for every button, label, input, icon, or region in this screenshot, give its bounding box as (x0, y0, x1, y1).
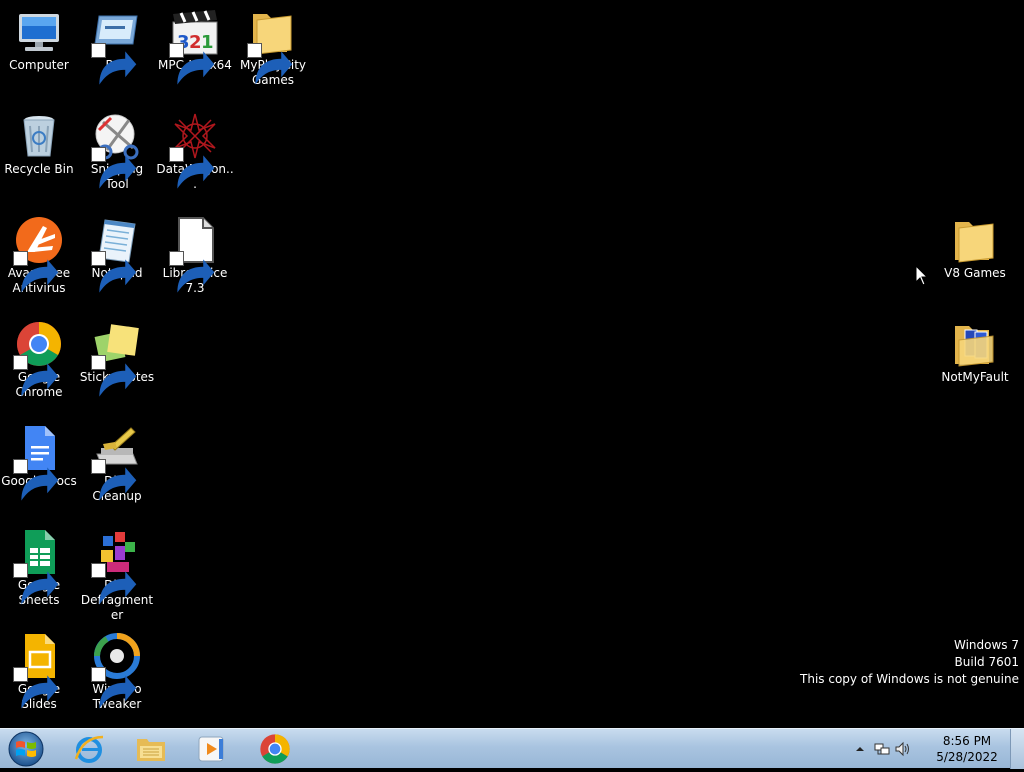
mouse-cursor-icon (916, 266, 928, 286)
windows-watermark: Windows 7 Build 7601 This copy of Window… (800, 637, 1019, 688)
shortcut-arrow-icon (91, 251, 137, 293)
windows-media-player-icon (198, 736, 224, 761)
desktop-icon-google-slides[interactable]: Google Slides (0, 626, 78, 712)
desktop-icon-google-chrome[interactable]: Google Chrome (0, 314, 78, 400)
shortcut-arrow-icon (91, 459, 137, 501)
desktop-icon-winaero-tweaker[interactable]: Winaero Tweaker (78, 626, 156, 712)
folder-icon (955, 326, 994, 367)
desktop: Computer Recycle Bin Avast Free Antiviru… (0, 0, 1024, 728)
windows-explorer-icon (137, 738, 165, 761)
desktop-icon-computer[interactable]: Computer (0, 2, 78, 73)
shortcut-arrow-icon (13, 563, 59, 605)
show-desktop-button[interactable] (1010, 729, 1024, 769)
desktop-icon-v8-games[interactable]: V8 Games (936, 210, 1014, 281)
desktop-icon-disk-cleanup[interactable]: Disk Cleanup (78, 418, 156, 504)
network-icon[interactable] (874, 741, 890, 757)
shortcut-arrow-icon (13, 251, 59, 293)
desktop-icon-myplaycity-games[interactable]: MyPlayCity Games (234, 2, 312, 88)
chrome-icon (260, 733, 290, 764)
internet-explorer-icon (74, 735, 104, 763)
shortcut-arrow-icon (91, 147, 137, 189)
taskbar: 8:56 PM 5/28/2022 (0, 728, 1024, 769)
taskbar-clock[interactable]: 8:56 PM 5/28/2022 (932, 733, 1002, 765)
shortcut-arrow-icon (169, 43, 215, 85)
desktop-icon-mpc-hc[interactable]: 3 2 1 MPC-HC x64 (156, 2, 234, 85)
watermark-genuine-notice: This copy of Windows is not genuine (800, 672, 1019, 686)
desktop-icon-google-docs[interactable]: Google Docs (0, 418, 78, 501)
shortcut-arrow-icon (169, 147, 215, 189)
desktop-icon-disk-defragmenter[interactable]: Disk Defragmenter (78, 522, 156, 623)
folder-icon (955, 222, 994, 263)
windows-start-orb-icon (8, 731, 44, 767)
desktop-icon-sticky-notes[interactable]: Sticky Notes (78, 314, 156, 397)
desktop-icon-google-sheets[interactable]: Google Sheets (0, 522, 78, 608)
start-button[interactable] (4, 730, 48, 768)
shortcut-arrow-icon (91, 43, 137, 85)
shortcut-arrow-icon (91, 563, 137, 605)
desktop-icon-label: Recycle Bin (4, 162, 74, 176)
desktop-icon-snipping-tool[interactable]: Snipping Tool (78, 106, 156, 192)
clock-date: 5/28/2022 (936, 750, 998, 764)
watermark-os-name: Windows 7 (953, 638, 1019, 652)
desktop-icon-recycle-bin[interactable]: Recycle Bin (0, 106, 78, 177)
taskbar-internet-explorer[interactable] (62, 730, 116, 767)
desktop-icon-run[interactable]: Run (78, 2, 156, 85)
desktop-icon-datawagon[interactable]: DataWagon... (156, 106, 234, 192)
recycle-bin-icon (23, 116, 55, 157)
desktop-icon-label: Computer (9, 58, 69, 72)
show-hidden-icons-arrow-icon[interactable] (852, 741, 868, 757)
shortcut-arrow-icon (91, 355, 137, 397)
taskbar-windows-media-player[interactable] (184, 730, 238, 767)
taskbar-google-chrome[interactable] (248, 730, 302, 767)
shortcut-arrow-icon (13, 459, 59, 501)
desktop-icon-notepad[interactable]: Notepad (78, 210, 156, 293)
shortcut-arrow-icon (247, 43, 293, 85)
clock-time: 8:56 PM (942, 734, 992, 748)
taskbar-windows-explorer[interactable] (124, 730, 178, 767)
desktop-icon-label: NotMyFault (941, 370, 1009, 384)
shortcut-arrow-icon (13, 355, 59, 397)
desktop-icon-libreoffice[interactable]: LibreOffice 7.3 (156, 210, 234, 296)
watermark-build: Build 7601 (954, 655, 1019, 669)
computer-icon (19, 14, 59, 51)
desktop-icon-notmyfault[interactable]: NotMyFault (936, 314, 1014, 385)
desktop-icon-avast[interactable]: Avast Free Antivirus (0, 210, 78, 296)
shortcut-arrow-icon (13, 667, 59, 709)
volume-icon[interactable] (894, 741, 910, 757)
shortcut-arrow-icon (91, 667, 137, 709)
desktop-icon-label: V8 Games (944, 266, 1006, 280)
shortcut-arrow-icon (169, 251, 215, 293)
